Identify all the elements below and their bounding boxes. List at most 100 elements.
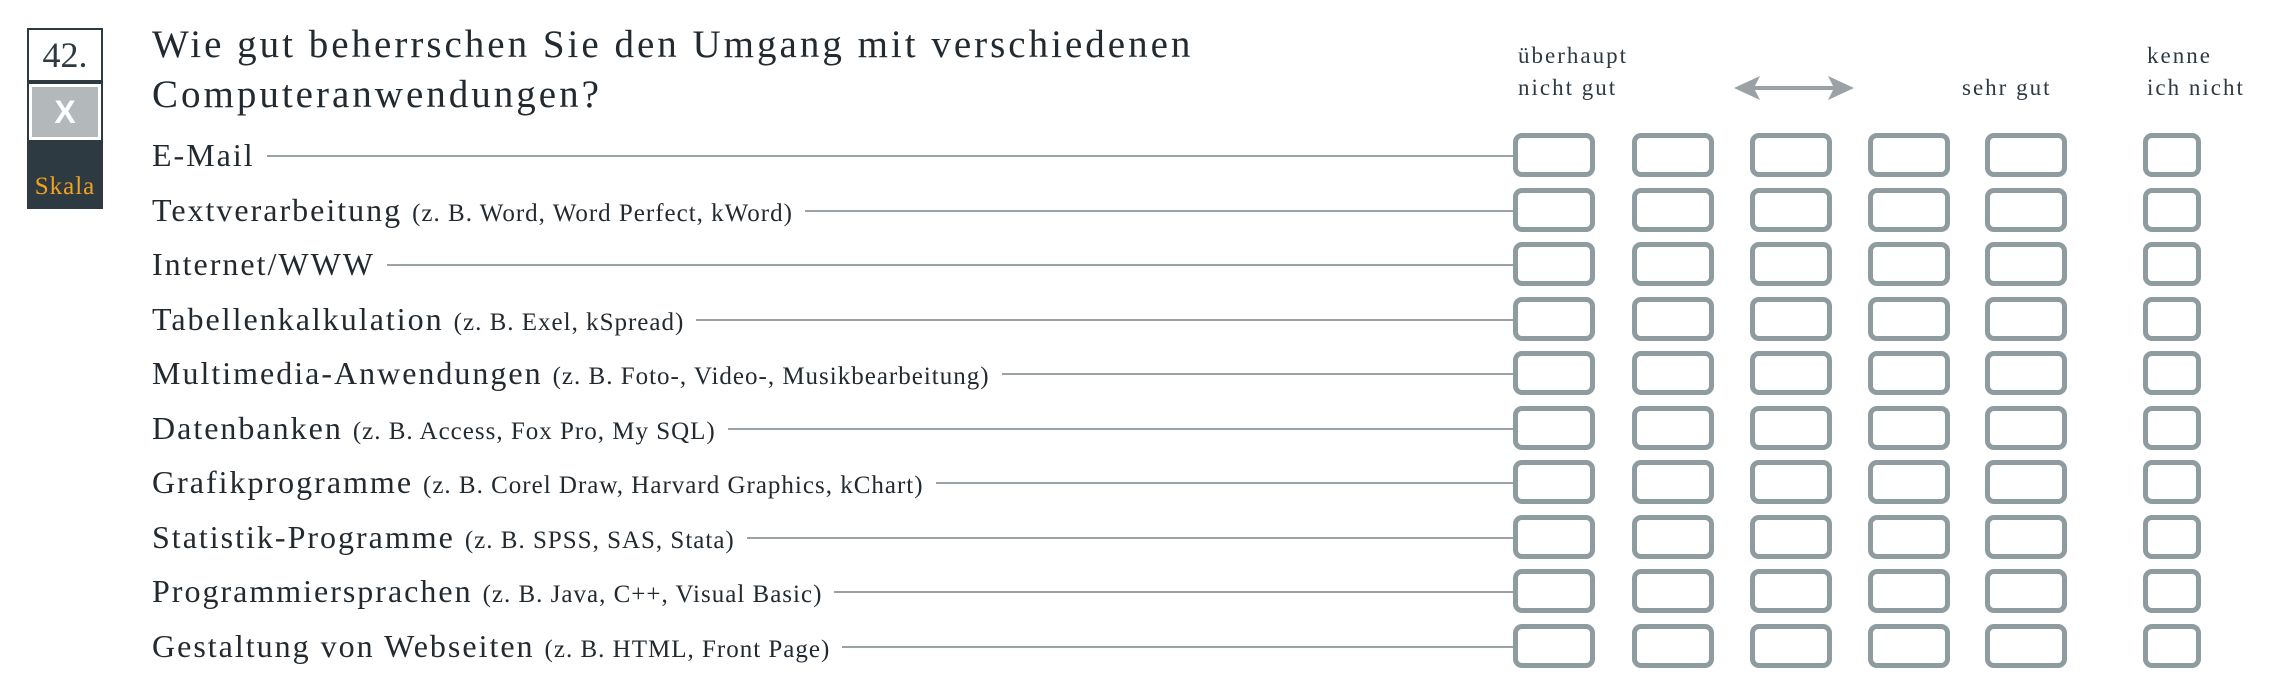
rating-checkbox-4[interactable] xyxy=(1868,242,1950,286)
rating-checkbox-5[interactable] xyxy=(1985,351,2067,395)
double-arrow-icon xyxy=(1734,76,1854,100)
rating-checkbox-3[interactable] xyxy=(1750,242,1832,286)
rating-checkbox-4[interactable] xyxy=(1868,405,1950,450)
unknown-checkbox[interactable] xyxy=(2143,405,2201,450)
rating-checkbox-5[interactable] xyxy=(1985,514,2067,559)
rating-checkbox-1[interactable] xyxy=(1513,242,1595,286)
item-row: Multimedia-Anwendungen (z. B. Foto-, Vid… xyxy=(0,346,2288,400)
item-example: (z. B. HTML, Front Page) xyxy=(544,635,831,663)
rating-checkbox-1[interactable] xyxy=(1513,351,1595,395)
rating-checkbox-2[interactable] xyxy=(1632,514,1714,559)
item-label: Gestaltung von Webseiten (z. B. HTML, Fr… xyxy=(152,618,843,673)
item-example: (z. B. Corel Draw, Harvard Graphics, kCh… xyxy=(423,472,924,499)
rating-checkbox-3[interactable] xyxy=(1750,405,1832,450)
rating-checkbox-4[interactable] xyxy=(1868,569,1950,613)
item-name: Tabellenkalkulation xyxy=(152,300,444,337)
unknown-checkbox[interactable] xyxy=(2143,514,2201,559)
rating-checkbox-1[interactable] xyxy=(1513,460,1595,504)
question-text: Wie gut beherrschen Sie den Umgang mit v… xyxy=(152,20,1252,120)
rating-checkbox-2[interactable] xyxy=(1632,460,1714,504)
scale-high-header: sehr gut xyxy=(1962,75,2052,100)
rating-checkbox-5[interactable] xyxy=(1985,296,2067,341)
rating-checkbox-1[interactable] xyxy=(1513,296,1595,341)
rating-checkbox-5[interactable] xyxy=(1985,569,2067,613)
rating-checkbox-1[interactable] xyxy=(1513,133,1595,177)
rating-checkbox-4[interactable] xyxy=(1868,460,1950,504)
rating-checkbox-1[interactable] xyxy=(1513,187,1595,232)
rating-checkbox-5[interactable] xyxy=(1985,187,2067,232)
scale-low-line1: überhaupt xyxy=(1518,43,1628,68)
item-row: E-Mail xyxy=(0,128,2288,182)
unknown-checkbox[interactable] xyxy=(2143,187,2201,232)
item-name: Statistik-Programme xyxy=(152,518,455,555)
item-example: (z. B. Access, Fox Pro, My SQL) xyxy=(352,417,716,445)
item-example: (z. B. SPSS, SAS, Stata) xyxy=(464,526,735,554)
rating-checkbox-3[interactable] xyxy=(1750,514,1832,559)
unknown-checkbox[interactable] xyxy=(2143,133,2201,177)
rating-checkbox-2[interactable] xyxy=(1632,623,1714,668)
item-label: Grafikprogramme (z. B. Corel Draw, Harva… xyxy=(152,455,936,509)
rating-checkbox-3[interactable] xyxy=(1750,187,1832,232)
item-label: Statistik-Programme (z. B. SPSS, SAS, St… xyxy=(152,509,747,564)
item-name: Internet/WWW xyxy=(152,246,375,282)
item-name: Grafikprogramme xyxy=(152,464,414,500)
item-example: (z. B. Java, C++, Visual Basic) xyxy=(482,581,823,608)
rating-checkbox-2[interactable] xyxy=(1632,351,1714,395)
unknown-checkbox[interactable] xyxy=(2143,296,2201,341)
item-example: (z. B. Word, Word Perfect, kWord) xyxy=(412,199,793,227)
item-example: (z. B. Exel, kSpread) xyxy=(453,308,685,336)
item-label: Tabellenkalkulation (z. B. Exel, kSpread… xyxy=(152,291,697,346)
item-name: Programmiersprachen xyxy=(152,573,473,609)
item-label: E-Mail xyxy=(152,128,267,182)
rating-checkbox-3[interactable] xyxy=(1750,569,1832,613)
rating-checkbox-2[interactable] xyxy=(1632,405,1714,450)
rating-checkbox-2[interactable] xyxy=(1632,569,1714,613)
item-row: Textverarbeitung (z. B. Word, Word Perfe… xyxy=(0,182,2288,237)
item-name: Textverarbeitung xyxy=(152,191,403,228)
item-row: Datenbanken (z. B. Access, Fox Pro, My S… xyxy=(0,400,2288,455)
rating-checkbox-4[interactable] xyxy=(1868,187,1950,232)
rating-checkbox-1[interactable] xyxy=(1513,405,1595,450)
item-name: Multimedia-Anwendungen xyxy=(152,355,543,391)
rating-checkbox-5[interactable] xyxy=(1985,242,2067,286)
rating-checkbox-2[interactable] xyxy=(1632,242,1714,286)
rating-checkbox-3[interactable] xyxy=(1750,351,1832,395)
rating-checkbox-1[interactable] xyxy=(1513,514,1595,559)
rating-checkbox-3[interactable] xyxy=(1750,623,1832,668)
rating-checkbox-2[interactable] xyxy=(1632,133,1714,177)
rating-checkbox-2[interactable] xyxy=(1632,296,1714,341)
unknown-checkbox[interactable] xyxy=(2143,242,2201,286)
item-name: Datenbanken xyxy=(152,409,343,446)
item-row: Statistik-Programme (z. B. SPSS, SAS, St… xyxy=(0,509,2288,564)
rating-checkbox-5[interactable] xyxy=(1985,405,2067,450)
item-row: Programmiersprachen (z. B. Java, C++, Vi… xyxy=(0,564,2288,618)
item-label: Textverarbeitung (z. B. Word, Word Perfe… xyxy=(152,182,805,237)
rating-checkbox-4[interactable] xyxy=(1868,133,1950,177)
rating-checkbox-4[interactable] xyxy=(1868,351,1950,395)
unknown-checkbox[interactable] xyxy=(2143,569,2201,613)
question-number: 42. xyxy=(29,30,101,80)
rating-checkbox-5[interactable] xyxy=(1985,460,2067,504)
item-label: Programmiersprachen (z. B. Java, C++, Vi… xyxy=(152,564,835,618)
unknown-checkbox[interactable] xyxy=(2143,351,2201,395)
rating-checkbox-1[interactable] xyxy=(1513,569,1595,613)
rating-checkbox-3[interactable] xyxy=(1750,296,1832,341)
scale-low-header: überhaupt nicht gut xyxy=(1518,40,1628,104)
rating-checkbox-3[interactable] xyxy=(1750,133,1832,177)
rating-checkbox-5[interactable] xyxy=(1985,133,2067,177)
rating-checkbox-1[interactable] xyxy=(1513,623,1595,668)
question-text-line1: Wie gut beherrschen Sie den Umgang mit v… xyxy=(152,23,1194,66)
rating-checkbox-2[interactable] xyxy=(1632,187,1714,232)
item-name: E-Mail xyxy=(152,137,255,173)
rating-checkbox-5[interactable] xyxy=(1985,623,2067,668)
scale-unknown-line2: ich nicht xyxy=(2147,75,2245,100)
item-label: Internet/WWW xyxy=(152,237,387,291)
rating-checkbox-4[interactable] xyxy=(1868,296,1950,341)
rating-checkbox-4[interactable] xyxy=(1868,623,1950,668)
leader-line xyxy=(160,155,1518,157)
scale-unknown-line1: kenne xyxy=(2147,43,2212,68)
rating-checkbox-4[interactable] xyxy=(1868,514,1950,559)
unknown-checkbox[interactable] xyxy=(2143,623,2201,668)
unknown-checkbox[interactable] xyxy=(2143,460,2201,504)
rating-checkbox-3[interactable] xyxy=(1750,460,1832,504)
